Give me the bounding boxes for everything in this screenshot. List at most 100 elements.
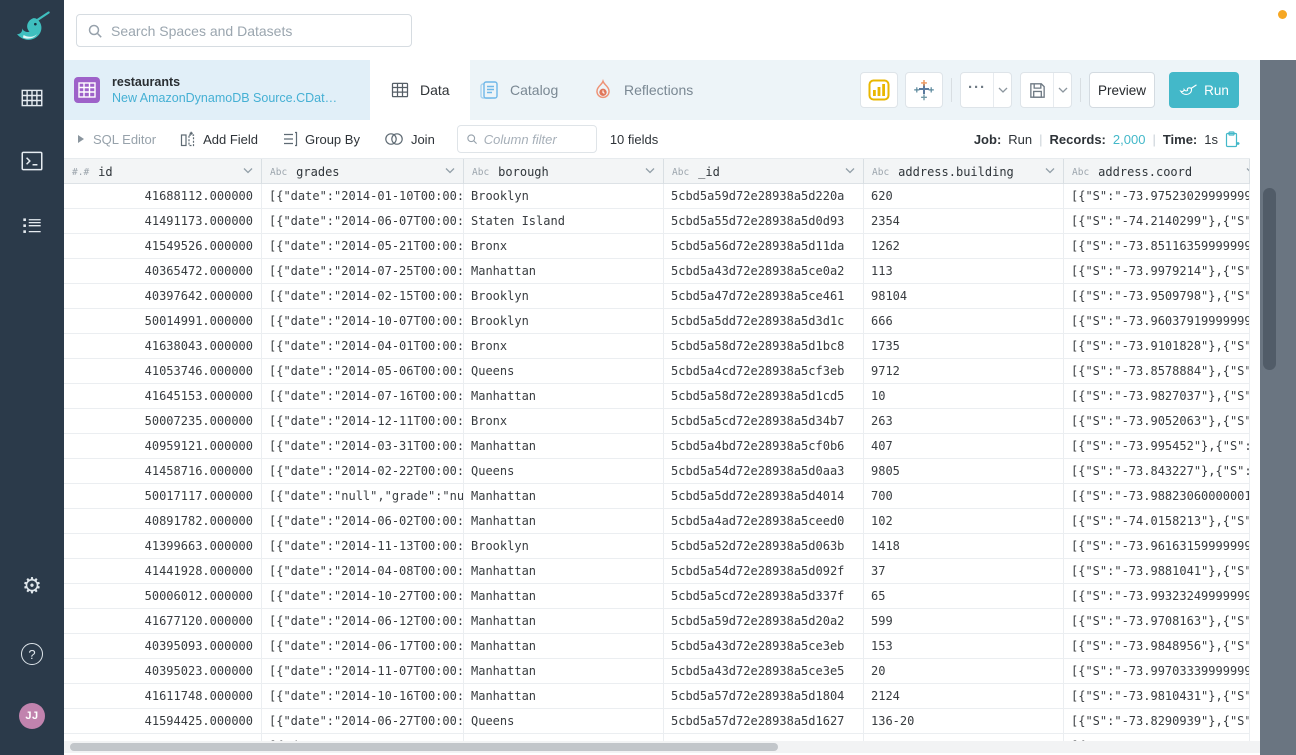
cell-borough[interactable]: Brooklyn bbox=[464, 284, 664, 308]
cell-_id[interactable]: 5cbd5a52d72e28938a5d063b bbox=[664, 534, 864, 558]
dremio-logo[interactable] bbox=[0, 8, 64, 52]
cell-grades[interactable]: [{"date":"2014-10-07T00:00:00 bbox=[262, 309, 464, 333]
cell-address.coord[interactable]: [{"S":"-73.85116359999999"}, bbox=[1064, 234, 1250, 258]
cell-grades[interactable]: [{"date":"2014-06-27T00:00:00 bbox=[262, 709, 464, 733]
sidebar-item-sql-runner[interactable] bbox=[0, 145, 64, 177]
cell-address.building[interactable]: 113 bbox=[864, 259, 1064, 283]
cell-address.coord[interactable]: [{"S":"-73.9848956"},{"S":"40 bbox=[1064, 634, 1250, 658]
cell-address.coord[interactable]: [{"S":"-73.9052063"},{"S":"40 bbox=[1064, 409, 1250, 433]
cell-address.coord[interactable]: [{"S":"-73.9101828"},{"S":"40 bbox=[1064, 334, 1250, 358]
cell-id[interactable]: 41399663.000000 bbox=[64, 534, 262, 558]
cell-_id[interactable]: 5cbd5a57d72e28938a5d1804 bbox=[664, 684, 864, 708]
cell-id[interactable]: 40397642.000000 bbox=[64, 284, 262, 308]
cell-grades[interactable]: [{"date":" bbox=[262, 734, 464, 741]
cell-address.building[interactable]: 9805 bbox=[864, 459, 1064, 483]
cell-address.coord[interactable]: [{"S":"-73.9810431"},{"S":"40 bbox=[1064, 684, 1250, 708]
more-actions-button[interactable]: ··· bbox=[960, 72, 1012, 108]
sidebar-item-datasets[interactable] bbox=[0, 82, 64, 114]
cell-borough[interactable]: Queens bbox=[464, 709, 664, 733]
cell-grades[interactable]: [{"date":"2014-01-10T00:00:00 bbox=[262, 184, 464, 208]
cell-address.coord[interactable]: [{"S":"-73.995452"},{"S":"40. bbox=[1064, 434, 1250, 458]
cell-address.coord[interactable]: [{"S":"-73.98823060000001"}, bbox=[1064, 484, 1250, 508]
cell-address.coord[interactable]: [{"S":"-73.9881041"},{"S":"40 bbox=[1064, 559, 1250, 583]
run-button[interactable]: Run bbox=[1169, 72, 1239, 108]
cell-_id[interactable]: 5cbd5a59d72e28938a5d220a bbox=[664, 184, 864, 208]
cell-address.coord[interactable]: [{"S":"-73.9827037"},{"S":"40 bbox=[1064, 384, 1250, 408]
column-header-id[interactable]: #.#id bbox=[64, 159, 262, 185]
cell-grades[interactable]: [{"date":"2014-11-13T00:00:00 bbox=[262, 534, 464, 558]
cell-grades[interactable]: [{"date":"2014-10-27T00:00:00 bbox=[262, 584, 464, 608]
cell-borough[interactable]: Manhattan bbox=[464, 259, 664, 283]
cell-borough[interactable]: Bronx bbox=[464, 234, 664, 258]
cell-id[interactable]: 41458716.000000 bbox=[64, 459, 262, 483]
cell-grades[interactable]: [{"date":"2014-02-22T00:00:00 bbox=[262, 459, 464, 483]
cell-id[interactable]: 41611748.000000 bbox=[64, 684, 262, 708]
cell-address.coord[interactable]: [{"S":"-74.0158213"},{"S":"40 bbox=[1064, 509, 1250, 533]
cell-_id[interactable]: 5cbd5a58d72e28938a5d1bc8 bbox=[664, 334, 864, 358]
cell-address.coord[interactable]: [{"S":"-73.8290939"},{"S":"40 bbox=[1064, 709, 1250, 733]
cell-address.coord[interactable]: [{"S":"-73.99703339999999"}, bbox=[1064, 659, 1250, 683]
cell-_id[interactable]: 5cbd5a5cd72e28938a5d34b7 bbox=[664, 409, 864, 433]
cell-_id[interactable]: 5cbd5a4bd72e28938a5cf0b6 bbox=[664, 434, 864, 458]
cell-_id[interactable]: 5cbd5a43d72e28938a5ce3eb bbox=[664, 634, 864, 658]
tableau-button[interactable] bbox=[905, 72, 943, 108]
powerbi-button[interactable] bbox=[860, 72, 898, 108]
cell-_id[interactable] bbox=[664, 734, 864, 741]
save-button[interactable] bbox=[1020, 72, 1072, 108]
cell-address.coord[interactable]: [{"S":"-73.8578884"},{"S":"40 bbox=[1064, 359, 1250, 383]
cell-id[interactable]: 41549526.000000 bbox=[64, 234, 262, 258]
cell-id[interactable] bbox=[64, 734, 262, 741]
cell-address.building[interactable]: 9712 bbox=[864, 359, 1064, 383]
cell-borough[interactable]: Manhattan bbox=[464, 509, 664, 533]
cell-_id[interactable]: 5cbd5a5dd72e28938a5d4014 bbox=[664, 484, 864, 508]
cell-grades[interactable]: [{"date":"2014-04-01T00:00:00 bbox=[262, 334, 464, 358]
cell-borough[interactable]: Queens bbox=[464, 359, 664, 383]
cell-id[interactable]: 40365472.000000 bbox=[64, 259, 262, 283]
cell-address.building[interactable]: 2124 bbox=[864, 684, 1064, 708]
column-header-_id[interactable]: Abc_id bbox=[664, 159, 864, 185]
cell-address.coord[interactable]: [{"S":"-73.9708163"},{"S":"40 bbox=[1064, 609, 1250, 633]
cell-id[interactable]: 41594425.000000 bbox=[64, 709, 262, 733]
cell-address.building[interactable]: 20 bbox=[864, 659, 1064, 683]
group-by-button[interactable]: Group By bbox=[282, 131, 360, 147]
cell-grades[interactable]: [{"date":"2014-10-16T00:00:00 bbox=[262, 684, 464, 708]
cell-address.building[interactable]: 136-20 bbox=[864, 709, 1064, 733]
cell-id[interactable]: 50007235.000000 bbox=[64, 409, 262, 433]
sidebar-item-account[interactable]: JJ bbox=[0, 700, 64, 732]
cell-id[interactable]: 40959121.000000 bbox=[64, 434, 262, 458]
cell-id[interactable]: 40891782.000000 bbox=[64, 509, 262, 533]
vertical-scrollbar-track[interactable] bbox=[1260, 60, 1296, 755]
cell-address.building[interactable]: 1418 bbox=[864, 534, 1064, 558]
cell-_id[interactable]: 5cbd5a4ad72e28938a5ceed0 bbox=[664, 509, 864, 533]
sql-editor-toggle[interactable]: SQL Editor bbox=[78, 132, 156, 147]
cell-id[interactable]: 41645153.000000 bbox=[64, 384, 262, 408]
cell-grades[interactable]: [{"date":"2014-02-15T00:00:00 bbox=[262, 284, 464, 308]
cell-grades[interactable]: [{"date":"2014-04-08T00:00:00 bbox=[262, 559, 464, 583]
cell-grades[interactable]: [{"date":"2014-05-21T00:00:00 bbox=[262, 234, 464, 258]
cell-borough[interactable]: Manhattan bbox=[464, 584, 664, 608]
cell-grades[interactable]: [{"date":"2014-06-17T00:00:00 bbox=[262, 634, 464, 658]
tab-data[interactable]: Data bbox=[370, 60, 470, 120]
cell-address.building[interactable]: 102 bbox=[864, 509, 1064, 533]
cell-id[interactable]: 50014991.000000 bbox=[64, 309, 262, 333]
preview-button[interactable]: Preview bbox=[1089, 72, 1155, 108]
copy-job-results-icon[interactable] bbox=[1225, 131, 1240, 148]
cell-id[interactable]: 50006012.000000 bbox=[64, 584, 262, 608]
cell-address.building[interactable]: 153 bbox=[864, 634, 1064, 658]
cell-address.coord[interactable]: [{"S":"-73.99323249999999"}, bbox=[1064, 584, 1250, 608]
sidebar-item-settings[interactable]: ⚙ bbox=[0, 570, 64, 602]
cell-borough[interactable]: Staten Island bbox=[464, 209, 664, 233]
cell-id[interactable]: 41688112.000000 bbox=[64, 184, 262, 208]
column-header-address.building[interactable]: Abcaddress.building bbox=[864, 159, 1064, 185]
column-header-address.coord[interactable]: Abcaddress.coord bbox=[1064, 159, 1250, 185]
cell-grades[interactable]: [{"date":"2014-05-06T00:00:00 bbox=[262, 359, 464, 383]
cell-id[interactable]: 41677120.000000 bbox=[64, 609, 262, 633]
cell-borough[interactable]: Manhattan bbox=[464, 434, 664, 458]
cell-borough[interactable]: Manhattan bbox=[464, 609, 664, 633]
cell-address.building[interactable]: 666 bbox=[864, 309, 1064, 333]
cell-grades[interactable]: [{"date":"2014-07-16T00:00:00 bbox=[262, 384, 464, 408]
cell-address.coord[interactable]: [{"S":"-73.96037919999999"}, bbox=[1064, 309, 1250, 333]
cell-address.building[interactable]: 599 bbox=[864, 609, 1064, 633]
cell-borough[interactable]: Brooklyn bbox=[464, 309, 664, 333]
column-filter-input[interactable] bbox=[484, 132, 588, 147]
